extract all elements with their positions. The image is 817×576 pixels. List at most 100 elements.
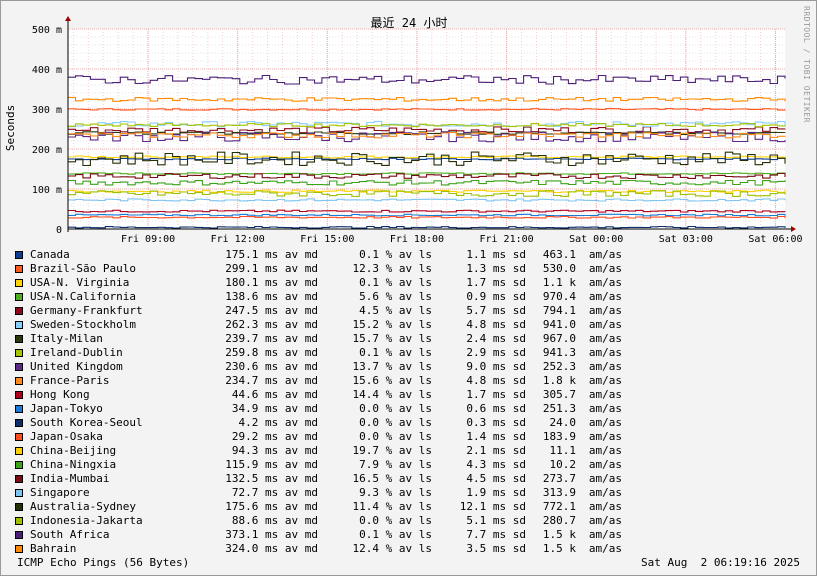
legend-swatch [15, 433, 23, 441]
legend-ratio: 794.1 [542, 304, 576, 317]
legend-ratio: 251.3 [542, 402, 576, 415]
legend-avg-loss: 13.7 % av ls [352, 360, 432, 373]
legend-avg-median: 175.1 ms av md [225, 248, 318, 261]
legend-sd: 2.9 ms sd [466, 346, 526, 359]
legend-avg-loss: 11.4 % av ls [352, 500, 432, 513]
legend-series-name: Italy-Milan [30, 332, 103, 345]
legend-sd: 2.1 ms sd [466, 444, 526, 457]
legend-swatch [15, 377, 23, 385]
legend-item: Bahrain 324.0 ms av md 12.4 % av ls 3.5 ms … [15, 542, 622, 556]
legend-avg-median: 230.6 ms av md [225, 360, 318, 373]
legend-sd: 4.5 ms sd [466, 472, 526, 485]
legend-series-name: Germany-Frankfurt [30, 304, 143, 317]
legend-swatch [15, 321, 23, 329]
legend-avg-loss: 7.9 % av ls [359, 458, 432, 471]
legend-unit: am/as [588, 542, 622, 555]
legend-item: Brazil-São Paulo 299.1 ms av md 12.3 % av … [15, 262, 622, 276]
legend-avg-median: 180.1 ms av md [225, 276, 318, 289]
legend-unit: am/as [588, 486, 622, 499]
legend-swatch [15, 349, 23, 357]
legend-avg-median: 247.5 ms av md [225, 304, 318, 317]
legend-ratio: 772.1 [542, 500, 576, 513]
legend-avg-loss: 0.1 % av ls [359, 276, 432, 289]
legend-avg-median: 34.9 ms av md [231, 402, 318, 415]
legend-item: Japan-Tokyo 34.9 ms av md 0.0 % av ls 0.6 m… [15, 402, 622, 416]
legend-avg-median: 44.6 ms av md [231, 388, 318, 401]
legend-avg-loss: 15.7 % av ls [352, 332, 432, 345]
legend-avg-median: 175.6 ms av md [225, 500, 318, 513]
legend-avg-loss: 0.1 % av ls [359, 528, 432, 541]
legend-swatch [15, 363, 23, 371]
legend-avg-median: 115.9 ms av md [225, 458, 318, 471]
legend-unit: am/as [588, 374, 622, 387]
y-tick-label: 200 m [32, 145, 62, 156]
legend-avg-loss: 4.5 % av ls [359, 304, 432, 317]
x-tick-label: Sat 03:00 [659, 234, 713, 245]
legend-avg-median: 299.1 ms av md [225, 262, 318, 275]
legend-unit: am/as [588, 472, 622, 485]
legend-item: China-Beijing 94.3 ms av md 19.7 % av ls 2.… [15, 444, 622, 458]
legend-unit: am/as [588, 360, 622, 373]
legend-avg-median: 138.6 ms av md [225, 290, 318, 303]
chart-title: 最近 24 小时 [371, 16, 448, 30]
legend-ratio: 273.7 [542, 472, 576, 485]
legend-ratio: 10.2 [549, 458, 577, 471]
legend-avg-median: 72.7 ms av md [231, 486, 318, 499]
legend-unit: am/as [588, 304, 622, 317]
legend-ratio: 1.5 k [542, 542, 576, 555]
legend-avg-median: 29.2 ms av md [231, 430, 318, 443]
x-tick-label: Fri 21:00 [479, 234, 533, 245]
legend-series-name: Bahrain [30, 542, 77, 555]
legend-series-name: Indonesia-Jakarta [30, 514, 143, 527]
legend-sd: 1.3 ms sd [466, 262, 526, 275]
legend-avg-loss: 5.6 % av ls [359, 290, 432, 303]
legend-unit: am/as [588, 402, 622, 415]
legend-unit: am/as [588, 318, 622, 331]
legend-sd: 12.1 ms sd [459, 500, 526, 513]
y-tick-label: 0 [56, 225, 62, 236]
legend-ratio: 305.7 [542, 388, 576, 401]
legend-sd: 0.9 ms sd [466, 290, 526, 303]
legend-sd: 5.7 ms sd [466, 304, 526, 317]
legend-avg-loss: 12.4 % av ls [352, 542, 432, 555]
legend-avg-median: 132.5 ms av md [225, 472, 318, 485]
legend-avg-loss: 19.7 % av ls [352, 444, 432, 457]
legend-sd: 1.9 ms sd [466, 486, 526, 499]
legend-avg-loss: 9.3 % av ls [359, 486, 432, 499]
legend-swatch [15, 545, 23, 553]
legend: Canada 175.1 ms av md 0.1 % av ls 1.1 ms sd… [15, 248, 622, 556]
legend-item: Canada 175.1 ms av md 0.1 % av ls 1.1 ms sd… [15, 248, 622, 262]
legend-ratio: 1.8 k [542, 374, 576, 387]
legend-item: Ireland-Dublin 259.8 ms av md 0.1 % av ls 2… [15, 346, 622, 360]
x-axis-arrow [791, 226, 796, 232]
latency-chart: 0 100 m 200 m 300 m 400 m 500 m Fri 09:00 Fri 1… [4, 16, 803, 245]
legend-series-name: Sweden-Stockholm [30, 318, 136, 331]
legend-series-name: China-Beijing [30, 444, 117, 457]
chart-frame: 0 100 m 200 m 300 m 400 m 500 m Fri 09:00 Fri 1… [0, 0, 817, 576]
y-axis-arrow [65, 16, 71, 21]
legend-swatch [15, 405, 23, 413]
y-tick-label: 100 m [32, 185, 62, 196]
legend-item: Sweden-Stockholm 262.3 ms av md 15.2 % av … [15, 318, 622, 332]
legend-unit: am/as [588, 528, 622, 541]
legend-series-name: China-Ningxia [30, 458, 117, 471]
legend-series-name: Canada [30, 248, 70, 261]
x-tick-label: Fri 18:00 [390, 234, 444, 245]
legend-ratio: 530.0 [542, 262, 576, 275]
legend-avg-median: 4.2 ms av md [238, 416, 318, 429]
legend-swatch [15, 307, 23, 315]
legend-avg-loss: 0.0 % av ls [359, 514, 432, 527]
x-tick-label: Fri 12:00 [211, 234, 265, 245]
legend-item: United Kingdom 230.6 ms av md 13.7 % av ls… [15, 360, 622, 374]
legend-item: Germany-Frankfurt 247.5 ms av md 4.5 % av … [15, 304, 622, 318]
y-axis-label: Seconds [4, 105, 17, 151]
legend-item: Australia-Sydney 175.6 ms av md 11.4 % av … [15, 500, 622, 514]
legend-sd: 4.3 ms sd [466, 458, 526, 471]
legend-avg-loss: 16.5 % av ls [352, 472, 432, 485]
legend-sd: 2.4 ms sd [466, 332, 526, 345]
legend-sd: 1.7 ms sd [466, 388, 526, 401]
y-tick-label: 500 m [32, 25, 62, 36]
legend-avg-median: 239.7 ms av md [225, 332, 318, 345]
legend-ratio: 24.0 [549, 416, 577, 429]
x-tick-label: Sat 00:00 [569, 234, 623, 245]
